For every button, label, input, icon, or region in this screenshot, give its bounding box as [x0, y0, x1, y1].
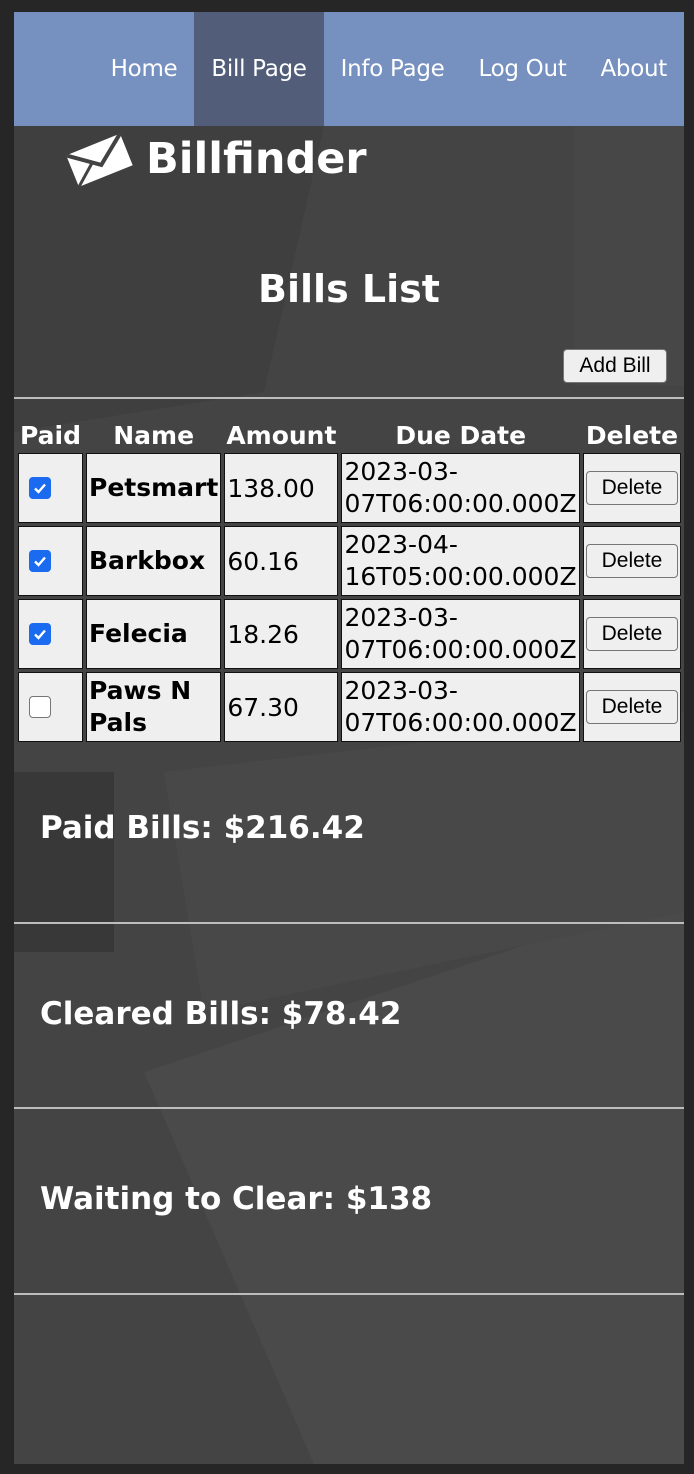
paid-checkbox[interactable]: [29, 623, 51, 645]
paid-cell: [18, 526, 83, 596]
header-name: Name: [113, 420, 195, 450]
bill-name: Petsmart: [86, 453, 222, 523]
header-amount: Amount: [226, 420, 337, 450]
add-bill-button[interactable]: Add Bill: [563, 349, 667, 383]
paid-bills-total: Paid Bills: $216.42: [40, 810, 365, 846]
top-nav: Home Bill Page Info Page Log Out About: [14, 12, 684, 126]
bills-table: Paid Name Amount Due Date Delete Petsmar…: [15, 417, 684, 745]
nav-info-page[interactable]: Info Page: [324, 12, 462, 126]
paid-checkbox[interactable]: [29, 696, 51, 718]
delete-cell: Delete: [583, 672, 681, 742]
delete-button[interactable]: Delete: [586, 471, 678, 505]
cleared-bills-total: Cleared Bills: $78.42: [40, 996, 402, 1032]
bill-due-date: 2023-03-07T06:00:00.000Z: [341, 599, 580, 669]
nav-about[interactable]: About: [583, 12, 684, 126]
paid-cell: [18, 672, 83, 742]
nav-log-out[interactable]: Log Out: [461, 12, 583, 126]
bill-name: Barkbox: [86, 526, 222, 596]
nav-home[interactable]: Home: [94, 12, 195, 126]
app-window: Home Bill Page Info Page Log Out About B…: [14, 12, 684, 1464]
divider: [14, 1293, 684, 1295]
paid-checkbox[interactable]: [29, 550, 51, 572]
brand-name: Billfinder: [146, 134, 367, 184]
header-delete: Delete: [585, 420, 679, 450]
delete-button[interactable]: Delete: [586, 544, 678, 578]
delete-button[interactable]: Delete: [586, 617, 678, 651]
paid-checkbox[interactable]: [29, 477, 51, 499]
table-row: Felecia 18.26 2023-03-07T06:00:00.000Z D…: [18, 599, 681, 669]
envelope-icon: [65, 132, 133, 188]
brand-logo[interactable]: Billfinder: [64, 124, 367, 194]
header-paid: Paid: [20, 420, 81, 450]
bill-due-date: 2023-03-07T06:00:00.000Z: [341, 672, 580, 742]
check-icon: [34, 483, 46, 494]
bill-amount: 138.00: [224, 453, 339, 523]
bill-amount: 18.26: [224, 599, 339, 669]
check-icon: [34, 629, 46, 640]
bill-amount: 60.16: [224, 526, 339, 596]
bill-name: Paws N Pals: [86, 672, 222, 742]
table-row: Barkbox 60.16 2023-04-16T05:00:00.000Z D…: [18, 526, 681, 596]
bill-name: Felecia: [86, 599, 222, 669]
delete-cell: Delete: [583, 599, 681, 669]
check-icon: [34, 556, 46, 567]
table-row: Paws N Pals 67.30 2023-03-07T06:00:00.00…: [18, 672, 681, 742]
nav-bill-page[interactable]: Bill Page: [194, 12, 324, 126]
page-title: Bills List: [258, 267, 440, 311]
divider: [14, 397, 684, 399]
delete-cell: Delete: [583, 453, 681, 523]
paid-cell: [18, 599, 83, 669]
divider: [14, 922, 684, 924]
paid-cell: [18, 453, 83, 523]
bill-amount: 67.30: [224, 672, 339, 742]
table-row: Petsmart 138.00 2023-03-07T06:00:00.000Z…: [18, 453, 681, 523]
waiting-to-clear-total: Waiting to Clear: $138: [40, 1181, 433, 1217]
bill-due-date: 2023-03-07T06:00:00.000Z: [341, 453, 580, 523]
bill-due-date: 2023-04-16T05:00:00.000Z: [341, 526, 580, 596]
table-header-row: Paid Name Amount Due Date Delete: [18, 420, 681, 450]
delete-button[interactable]: Delete: [586, 690, 678, 724]
header-due-date: Due Date: [395, 420, 527, 450]
delete-cell: Delete: [583, 526, 681, 596]
divider: [14, 1107, 684, 1109]
